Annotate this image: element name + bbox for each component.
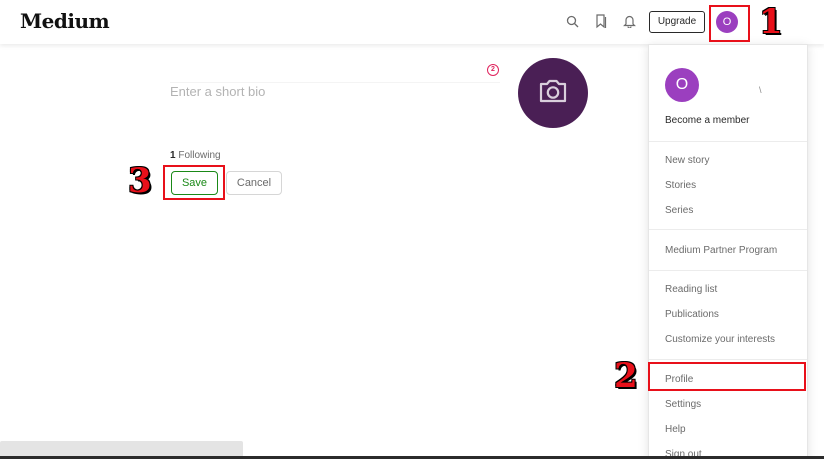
menu-item-partner-program[interactable]: Medium Partner Program	[665, 245, 777, 256]
cancel-button[interactable]: Cancel	[226, 171, 282, 195]
menu-divider	[649, 359, 807, 360]
menu-item-customize-interests[interactable]: Customize your interests	[665, 334, 775, 345]
bell-icon[interactable]	[620, 12, 638, 30]
profile-photo[interactable]	[518, 58, 588, 128]
menu-divider	[649, 270, 807, 271]
account-dropdown-menu: O \ Become a member New story Stories Se…	[648, 44, 808, 459]
top-header: Medium Upgrade O	[0, 0, 824, 44]
annotation-box-profile	[648, 362, 806, 391]
annotation-step-1: 1	[759, 2, 783, 42]
search-icon[interactable]	[563, 12, 581, 30]
bio-input[interactable]: Enter a short bio	[170, 84, 350, 99]
menu-avatar[interactable]: O	[665, 68, 699, 102]
menu-item-settings[interactable]: Settings	[665, 399, 701, 410]
following-number: 1	[170, 150, 176, 161]
annotation-box-save	[163, 165, 225, 200]
become-member-link[interactable]: Become a member	[665, 115, 749, 126]
menu-divider	[649, 229, 807, 230]
annotation-step-2: 2	[614, 356, 638, 396]
menu-item-series[interactable]: Series	[665, 205, 693, 216]
photo-marker: 2	[487, 64, 499, 76]
annotation-step-3: 3	[128, 161, 152, 201]
camera-icon	[537, 78, 569, 109]
upgrade-button[interactable]: Upgrade	[649, 11, 705, 33]
menu-item-stories[interactable]: Stories	[665, 180, 696, 191]
following-count[interactable]: 1 Following	[170, 150, 221, 161]
menu-divider	[649, 141, 807, 142]
menu-caret: \	[759, 85, 762, 95]
medium-logo[interactable]: Medium	[20, 9, 110, 33]
menu-item-help[interactable]: Help	[665, 424, 686, 435]
following-label: Following	[178, 150, 221, 161]
menu-item-publications[interactable]: Publications	[665, 309, 719, 320]
bio-underline	[170, 82, 500, 83]
menu-item-reading-list[interactable]: Reading list	[665, 284, 717, 295]
bookmark-icon[interactable]	[592, 12, 610, 30]
annotation-box-avatar	[709, 5, 750, 42]
menu-item-new-story[interactable]: New story	[665, 155, 709, 166]
